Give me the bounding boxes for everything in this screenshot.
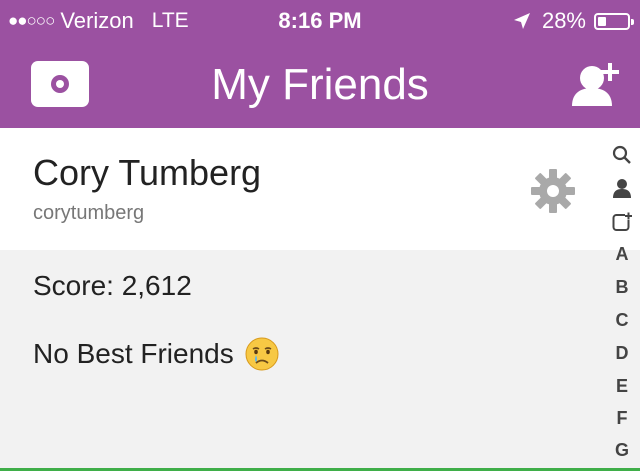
index-letter[interactable]: C — [604, 310, 640, 331]
add-friend-icon — [572, 63, 619, 106]
status-bar: ●●○○○ Verizon LTE 8:16 PM 28% — [0, 0, 640, 40]
crying-face-icon — [245, 337, 279, 371]
page-title: My Friends — [211, 60, 429, 109]
index-letter[interactable]: A — [604, 244, 640, 265]
username: corytumberg — [33, 202, 145, 224]
settings-button[interactable] — [530, 168, 576, 214]
person-icon[interactable] — [612, 178, 632, 198]
add-box-icon[interactable] — [612, 212, 632, 232]
index-letter[interactable]: F — [604, 408, 640, 429]
battery-icon — [594, 12, 634, 30]
index-letter[interactable]: D — [604, 343, 640, 364]
status-right: 28% — [512, 8, 634, 34]
battery-percentage: 28% — [541, 8, 586, 33]
search-icon[interactable] — [612, 145, 632, 165]
location-arrow-icon — [513, 13, 530, 29]
score-label: Score: 2,612 — [33, 270, 192, 301]
add-friend-button[interactable] — [570, 60, 624, 110]
alphabet-index[interactable]: A B C D E F G — [604, 140, 640, 471]
gear-icon — [531, 169, 575, 213]
index-letter[interactable]: G — [604, 440, 640, 461]
best-friends-row: No Best Friends — [33, 336, 280, 372]
nav-bar: My Friends — [0, 40, 640, 128]
index-letter[interactable]: E — [604, 376, 640, 397]
best-friends-label: No Best Friends — [33, 338, 234, 369]
index-letter[interactable]: B — [604, 277, 640, 298]
info-area: Score: 2,612 No Best Friends — [0, 250, 640, 471]
display-name: Cory Tumberg — [33, 152, 262, 193]
profile-card: Cory Tumberg corytumberg — [0, 128, 640, 250]
